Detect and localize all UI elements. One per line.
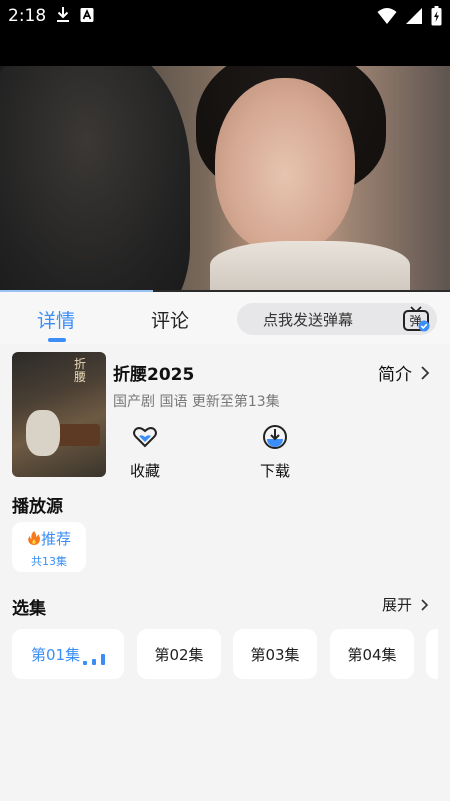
- fire-icon: [28, 531, 40, 545]
- source-card-recommended[interactable]: 推荐 共13集: [12, 522, 86, 572]
- episode-card-01[interactable]: 第01集: [12, 629, 124, 679]
- download-circle-icon: [263, 425, 287, 449]
- episode-card-02[interactable]: 第02集: [137, 629, 221, 679]
- intro-label: 简介: [378, 365, 412, 385]
- show-poster[interactable]: 折腰: [12, 352, 106, 477]
- show-title: 折腰2025: [113, 365, 195, 385]
- episode-label: 第02集: [154, 645, 204, 664]
- status-time: 2:18: [8, 6, 47, 26]
- favorite-label: 收藏: [129, 462, 160, 480]
- episode-list[interactable]: 第01集 第02集 第03集 第04集: [12, 629, 438, 679]
- episode-card-04[interactable]: 第04集: [330, 629, 414, 679]
- danmaku-toggle-icon[interactable]: 弹: [401, 305, 431, 333]
- episode-label: 第03集: [250, 645, 300, 664]
- chevron-right-icon: [421, 365, 430, 380]
- source-section-title: 播放源: [12, 497, 63, 517]
- source-name: 推荐: [40, 530, 71, 548]
- expand-episodes-link[interactable]: 展开: [382, 594, 430, 615]
- intro-link[interactable]: 简介: [378, 360, 432, 385]
- show-meta: 国产剧 国语 更新至第13集: [113, 394, 280, 410]
- episodes-section-title: 选集: [12, 599, 46, 619]
- danmaku-placeholder: 点我发送弹幕: [263, 311, 354, 329]
- tabs-bar: 详情 评论 点我发送弹幕 弹: [0, 292, 450, 344]
- source-episode-count: 共13集: [31, 555, 67, 568]
- episode-card-03[interactable]: 第03集: [233, 629, 317, 679]
- tab-details[interactable]: 详情: [37, 306, 75, 333]
- signal-icon: [406, 8, 422, 24]
- episode-label: 第01集: [31, 645, 81, 664]
- download-button[interactable]: 下载: [245, 424, 305, 481]
- battery-charging-icon: [431, 6, 442, 26]
- tab-comments[interactable]: 评论: [151, 306, 189, 333]
- expand-label: 展开: [382, 596, 413, 614]
- chevron-right-icon: [421, 598, 429, 611]
- playing-indicator-icon: [83, 654, 105, 665]
- status-bar: 2:18: [0, 0, 450, 32]
- download-label: 下载: [259, 462, 290, 480]
- wifi-icon: [377, 8, 397, 24]
- episode-label: 第04集: [347, 645, 397, 664]
- a-box-icon: [80, 8, 94, 22]
- download-icon: [57, 7, 69, 22]
- heart-icon: [133, 427, 157, 448]
- video-player[interactable]: [0, 32, 450, 292]
- danmaku-input[interactable]: 点我发送弹幕 弹: [237, 303, 437, 335]
- poster-title: 折腰: [74, 357, 87, 384]
- video-frame[interactable]: [0, 66, 450, 290]
- favorite-button[interactable]: 收藏: [115, 424, 175, 481]
- tab-indicator: [48, 338, 66, 342]
- episode-card-partial[interactable]: [426, 629, 438, 679]
